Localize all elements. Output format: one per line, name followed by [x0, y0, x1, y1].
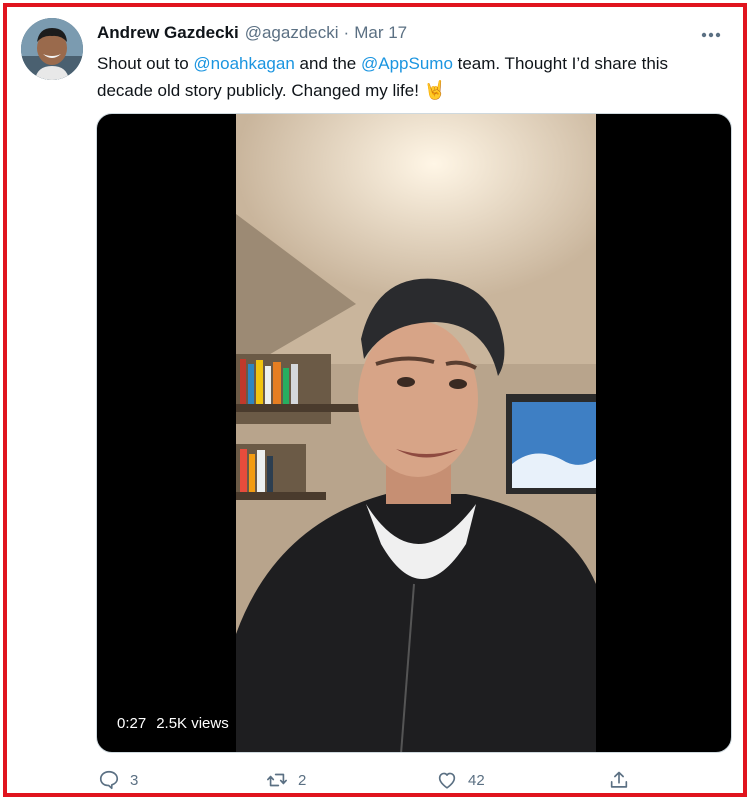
video-duration: 0:27	[117, 715, 147, 732]
retweet-icon	[267, 773, 287, 787]
retweet-button[interactable]: 2	[266, 769, 306, 791]
share-icon	[610, 771, 628, 788]
heart-icon	[438, 772, 456, 789]
share-button[interactable]	[608, 769, 630, 791]
like-count: 42	[468, 771, 485, 789]
tweet-header: Andrew Gazdecki @agazdecki · Mar 17	[97, 23, 407, 47]
video-frame	[236, 114, 596, 752]
author-handle[interactable]: @agazdecki	[245, 23, 339, 43]
tweet-date[interactable]: Mar 17	[354, 23, 407, 43]
mention-link[interactable]: @AppSumo	[361, 54, 453, 73]
tweet-card: Andrew Gazdecki @agazdecki · Mar 17 Shou…	[3, 3, 747, 797]
like-button[interactable]: 42	[436, 769, 485, 791]
separator-dot: ·	[343, 23, 350, 42]
video-overlay: 0:27 2.5K views	[117, 715, 229, 732]
tweet-text: Shout out to @noahkagan and the @AppSumo…	[97, 50, 727, 104]
avatar-photo	[21, 18, 83, 80]
mention-link[interactable]: @noahkagan	[193, 54, 294, 73]
reply-icon	[99, 770, 119, 790]
ellipsis-icon	[701, 32, 721, 38]
avatar[interactable]	[21, 18, 83, 80]
more-options-button[interactable]	[699, 23, 723, 47]
tweet-actions: 3 2 42	[96, 766, 726, 794]
author-name[interactable]: Andrew Gazdecki	[97, 23, 239, 43]
tweet-text-part: and the	[294, 54, 361, 73]
video-views: 2.5K views	[156, 715, 229, 732]
retweet-count: 2	[298, 771, 307, 789]
rock-hand-emoji: 🤘	[423, 80, 447, 100]
tweet-text-part: Shout out to	[97, 54, 194, 73]
reply-button[interactable]: 3	[98, 769, 138, 791]
reply-count: 3	[130, 771, 139, 789]
video-player[interactable]: 0:27 2.5K views	[96, 113, 732, 753]
